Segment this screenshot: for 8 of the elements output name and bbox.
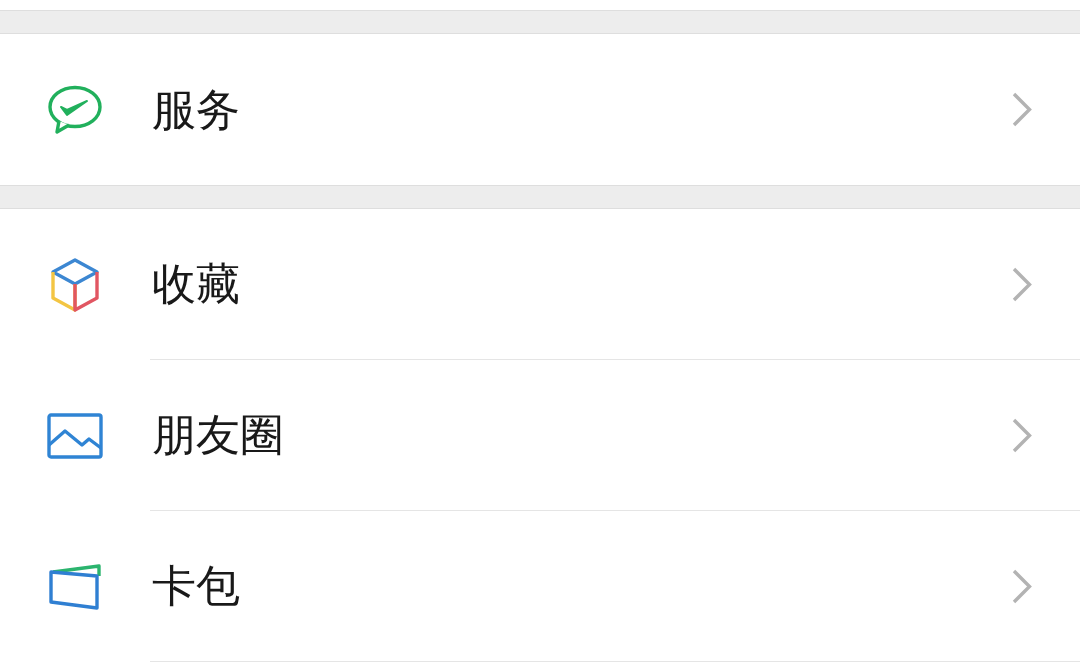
landscape-picture-icon — [47, 412, 103, 459]
card-wallet-icon — [47, 561, 103, 612]
chat-bubble-check-icon — [47, 84, 103, 135]
chevron-right-icon — [1012, 568, 1032, 604]
chevron-right-icon — [1012, 92, 1032, 127]
chevron-right-icon — [1012, 266, 1032, 302]
chevron-right-icon — [1012, 417, 1032, 453]
cube-icon — [49, 256, 101, 313]
